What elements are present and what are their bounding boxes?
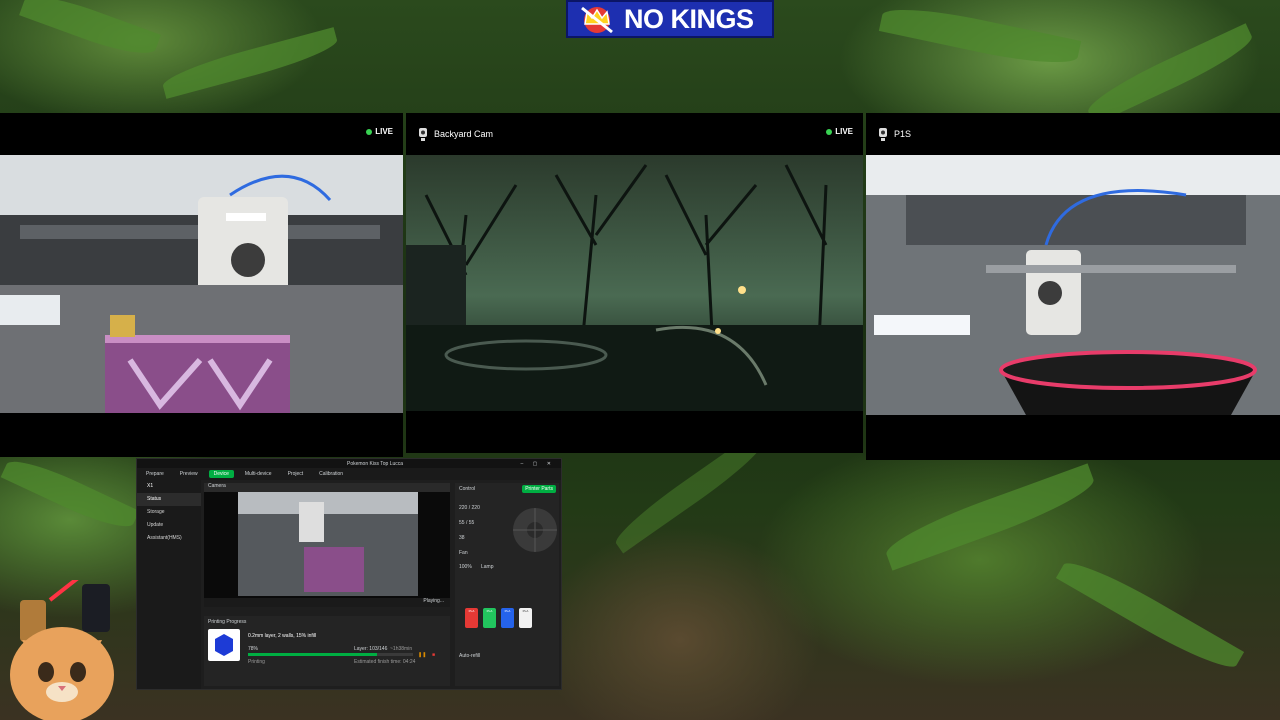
camera-feed xyxy=(0,155,403,413)
pause-icon[interactable]: ❚❚ xyxy=(418,652,426,658)
p1s-cam: P1S xyxy=(866,113,1280,460)
studio-sidebar: X1 Status Storage Update Assistant(HMS) xyxy=(137,480,201,689)
cam-title: Backyard Cam xyxy=(434,129,494,139)
lamp-toggle[interactable]: Lamp xyxy=(481,564,494,570)
nozzle-temp[interactable]: 220 / 220 xyxy=(459,501,480,516)
live-badge: LIVE xyxy=(366,127,393,136)
camera-icon xyxy=(419,127,427,141)
live-dot-icon xyxy=(366,128,373,135)
control-panel: Control Printer Parts 220 / 220 55 / 55 … xyxy=(455,483,559,686)
progress-pct: 78% xyxy=(248,646,259,652)
job-thumbnail xyxy=(208,629,240,661)
live-badge: LIVE xyxy=(826,127,853,136)
spool-1[interactable]: PLA xyxy=(465,608,478,628)
printing-progress-panel: Printing Progress 0.2mm layer, 2 walls, … xyxy=(204,616,450,686)
progress-header: Printing Progress xyxy=(208,619,247,625)
bed-temp[interactable]: 55 / 55 xyxy=(459,516,480,531)
hexagon-icon xyxy=(215,634,233,656)
backyard-cam: Backyard Cam LIVE xyxy=(406,113,863,453)
printer-parts-button[interactable]: Printer Parts xyxy=(522,485,556,493)
sidebar-item-assistant[interactable]: Assistant(HMS) xyxy=(137,532,201,545)
stop-icon[interactable]: ■ xyxy=(432,652,435,658)
print-status: Printing xyxy=(248,659,265,665)
camera-status: Playing... xyxy=(204,598,450,607)
camera-feed xyxy=(406,155,863,411)
sidebar-item-status[interactable]: Status xyxy=(137,493,201,506)
studio-camera-view: Camera Playing... xyxy=(204,483,450,607)
progress-bar xyxy=(248,653,413,656)
layer-count: Layer: 103/146 xyxy=(354,646,388,652)
printer-selector[interactable]: X1 xyxy=(137,480,201,493)
tab-calibration[interactable]: Calibration xyxy=(314,470,348,478)
tab-multi-device[interactable]: Multi-device xyxy=(240,470,277,478)
printer-cam-left: LIVE xyxy=(0,113,403,457)
tab-device[interactable]: Device xyxy=(208,470,234,478)
progress-bar-fill xyxy=(248,653,377,656)
no-kings-banner: NO KINGS xyxy=(566,0,774,38)
crown-icon xyxy=(581,6,613,34)
live-dot-icon xyxy=(826,128,833,135)
remaining-time: ~1h38min xyxy=(390,646,413,652)
temperature-list: 220 / 220 55 / 55 38 Fan xyxy=(459,501,480,561)
camera-icon xyxy=(879,127,887,141)
sidebar-item-storage[interactable]: Storage xyxy=(137,506,201,519)
auto-refill-label[interactable]: Auto-refill xyxy=(459,653,480,659)
fan-label[interactable]: Fan xyxy=(459,546,480,561)
studio-titlebar: Pokemon Kiss Top Lucca – ▢ ✕ xyxy=(137,459,561,468)
spool-4[interactable]: PLA xyxy=(519,608,532,628)
finish-time: Estimated finish time: 04:24 xyxy=(354,659,416,665)
window-controls[interactable]: – ▢ ✕ xyxy=(521,461,555,467)
tab-preview[interactable]: Preview xyxy=(175,470,203,478)
window-title: Pokemon Kiss Top Lucca xyxy=(347,460,404,467)
camera-feed xyxy=(866,155,1280,415)
chamber-temp[interactable]: 38 xyxy=(459,531,480,546)
studio-camera-feed xyxy=(238,492,418,596)
job-name: 0.2mm layer, 2 walls, 15% infill xyxy=(248,633,317,639)
tab-prepare[interactable]: Prepare xyxy=(141,470,169,478)
banner-text: NO KINGS xyxy=(624,3,754,34)
tab-project[interactable]: Project xyxy=(283,470,309,478)
spool-3[interactable]: PLA xyxy=(501,608,514,628)
studio-tabs: Prepare Preview Device Multi-device Proj… xyxy=(137,468,561,480)
axis-jog-pad[interactable] xyxy=(511,501,559,559)
sidebar-item-update[interactable]: Update xyxy=(137,519,201,532)
camera-toolbar: Camera xyxy=(204,483,450,492)
cam-title: P1S xyxy=(894,129,912,139)
spool-2[interactable]: PLA xyxy=(483,608,496,628)
bambu-studio-window: Pokemon Kiss Top Lucca – ▢ ✕ Prepare Pre… xyxy=(136,458,562,690)
cat-with-lightsaber-image xyxy=(10,580,114,720)
fan-value: 100% xyxy=(459,564,472,570)
